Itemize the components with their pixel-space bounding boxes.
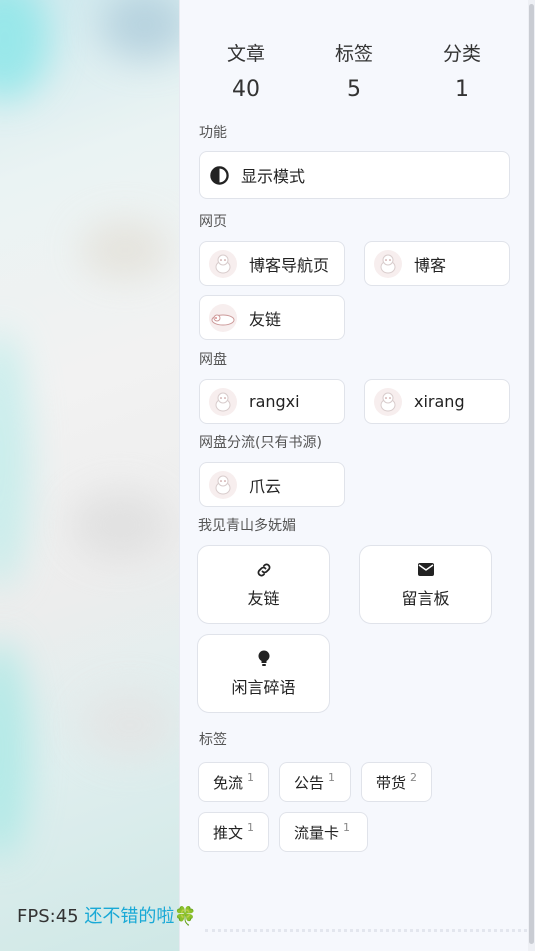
scrollbar-thumb[interactable]	[529, 4, 534, 944]
fps-indicator: FPS:45 还不错的啦🍀	[17, 902, 197, 928]
tile-label: 留言板	[401, 588, 450, 608]
blurred-background	[0, 0, 180, 951]
section-title-netdisk-split: 网盘分流(只有书源)	[199, 435, 322, 451]
tag-tuiwen[interactable]: 推文 1	[198, 812, 269, 852]
link-label: xirang	[414, 392, 465, 411]
tag-name: 推文	[213, 823, 244, 842]
link-icon	[255, 561, 273, 579]
link-label: 爪云	[249, 476, 282, 496]
section-title-qingshan: 我见青山多妩媚	[198, 518, 296, 534]
tile-guestbook[interactable]: 留言板	[359, 545, 492, 624]
tile-friend-links[interactable]: 友链	[197, 545, 330, 624]
cat-avatar-icon	[374, 387, 402, 416]
section-title-webpage: 网页	[199, 214, 227, 230]
tag-data-card[interactable]: 流量卡 1	[279, 812, 368, 852]
link-label: rangxi	[249, 392, 300, 411]
tag-count: 1	[247, 770, 255, 784]
link-label: 博客	[414, 255, 447, 275]
cat-avatar-icon	[209, 470, 237, 499]
stat-value: 40	[232, 77, 260, 102]
section-title-tags: 标签	[199, 732, 227, 748]
display-mode-button[interactable]: 显示模式	[199, 151, 510, 199]
tag-name: 带货	[376, 773, 407, 792]
envelope-icon	[417, 561, 434, 579]
link-blog[interactable]: 博客	[364, 241, 510, 286]
stat-value: 5	[347, 77, 361, 102]
stat-value: 1	[455, 77, 469, 102]
sleeping-cat-icon	[209, 303, 237, 332]
tag-name: 流量卡	[294, 823, 340, 842]
tag-count: 1	[343, 820, 351, 834]
link-xirang[interactable]: xirang	[364, 379, 510, 424]
fps-label: FPS:45	[17, 906, 79, 927]
tag-daihuo[interactable]: 带货 2	[361, 762, 432, 802]
link-label: 友链	[249, 309, 282, 329]
stat-label: 分类	[442, 43, 481, 65]
stat-label: 标签	[334, 43, 373, 65]
section-title-netdisk: 网盘	[199, 352, 227, 368]
tag-count: 2	[410, 770, 418, 784]
contrast-icon	[210, 165, 229, 185]
link-friends[interactable]: 友链	[199, 295, 345, 340]
display-mode-label: 显示模式	[241, 167, 306, 186]
stat-tags[interactable]: 标签 5	[314, 40, 394, 106]
tile-label: 友链	[247, 588, 280, 608]
tag-mianliu[interactable]: 免流 1	[198, 762, 269, 802]
stat-categories[interactable]: 分类 1	[422, 40, 502, 106]
stat-articles[interactable]: 文章 40	[206, 40, 286, 106]
tag-count: 1	[247, 820, 255, 834]
scrollbar[interactable]	[528, 0, 535, 951]
tag-name: 公告	[294, 773, 325, 792]
lightbulb-icon	[258, 650, 270, 668]
link-label: 博客导航页	[249, 255, 330, 275]
cat-avatar-icon	[209, 249, 237, 278]
section-title-function: 功能	[199, 125, 227, 141]
tile-label: 闲言碎语	[231, 677, 296, 697]
cat-avatar-icon	[209, 387, 237, 416]
tag-announcement[interactable]: 公告 1	[279, 762, 351, 802]
cat-avatar-icon	[374, 249, 402, 278]
stat-label: 文章	[226, 43, 265, 65]
tile-idle-talk[interactable]: 闲言碎语	[197, 634, 330, 713]
footer-divider	[205, 929, 527, 932]
link-zhuayun[interactable]: 爪云	[199, 462, 345, 507]
tag-count: 1	[328, 770, 336, 784]
link-blog-nav[interactable]: 博客导航页	[199, 241, 345, 286]
link-rangxi[interactable]: rangxi	[199, 379, 345, 424]
sidebar-panel: 文章 40 标签 5 分类 1 功能 显示模式 网页 博客导航页 博客 友链 网…	[179, 0, 528, 951]
fps-status: 还不错的啦🍀	[84, 906, 197, 927]
tag-name: 免流	[213, 773, 244, 792]
